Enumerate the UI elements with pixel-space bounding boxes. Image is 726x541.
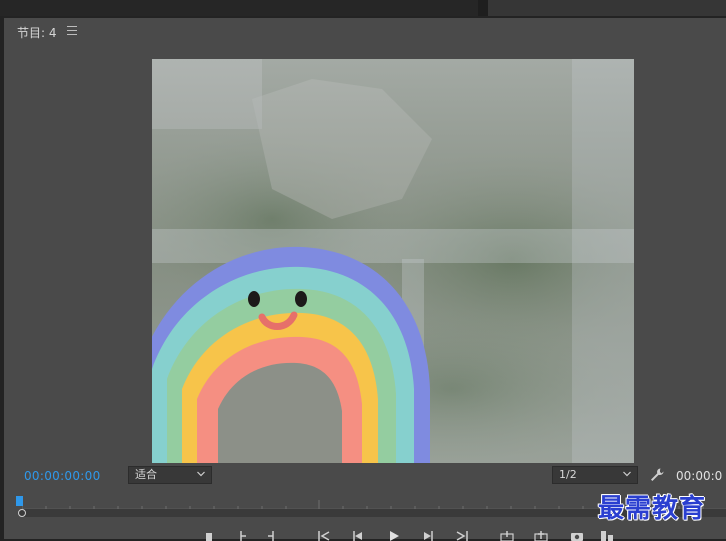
program-video-frame[interactable] (152, 59, 634, 463)
panel-header: 节目: 4 (4, 18, 726, 44)
top-strip-right (488, 0, 726, 16)
zoom-fit-select[interactable]: 适合 (128, 466, 212, 484)
menu-icon[interactable] (67, 26, 77, 35)
wrench-icon[interactable] (649, 467, 665, 483)
play-icon[interactable] (388, 531, 400, 541)
mark-in-icon[interactable] (204, 531, 214, 541)
lift-icon[interactable] (500, 531, 514, 541)
duration-timecode: 00:00:0 (676, 469, 723, 483)
top-strip (0, 0, 726, 16)
step-back-icon[interactable] (352, 531, 364, 541)
panel-title[interactable]: 节目: 4 (17, 24, 57, 41)
export-frame-icon[interactable] (570, 531, 584, 541)
watermark-logo: 最需教育 (598, 494, 707, 524)
go-to-in-icon[interactable] (318, 531, 330, 541)
zoom-fit-label: 适合 (135, 468, 157, 481)
button-editor-icon[interactable] (600, 531, 614, 541)
playhead-marker[interactable] (16, 496, 23, 506)
chevron-down-icon (197, 471, 205, 477)
program-monitor-panel: 节目: 4 00:00:00:00 适合 1/2 00:00:0 (4, 18, 726, 541)
transport-controls (4, 526, 726, 541)
playback-resolution-label: 1/2 (559, 468, 577, 481)
chevron-down-icon (623, 471, 631, 477)
playhead-handle[interactable] (18, 509, 26, 517)
playback-resolution-select[interactable]: 1/2 (552, 466, 638, 484)
video-frame-image (152, 59, 634, 463)
go-to-out-icon[interactable] (456, 531, 468, 541)
current-timecode[interactable]: 00:00:00:00 (24, 469, 101, 483)
mark-out-icon[interactable] (238, 531, 248, 541)
mark-clip-icon[interactable] (266, 531, 276, 541)
step-forward-icon[interactable] (422, 531, 434, 541)
extract-icon[interactable] (534, 531, 548, 541)
top-strip-left (0, 0, 478, 16)
